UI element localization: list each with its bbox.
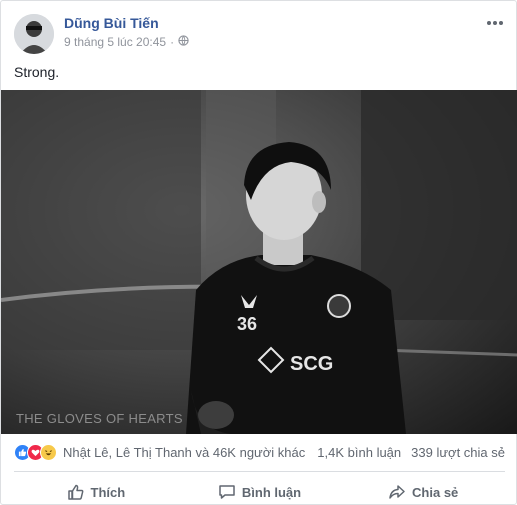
- globe-icon[interactable]: [178, 35, 189, 49]
- share-label: Chia sẻ: [412, 484, 459, 500]
- post-meta: 9 tháng 5 lúc 20:45 ·: [64, 35, 189, 49]
- haha-reaction-icon: [40, 443, 57, 461]
- photo-watermark: THE GLOVES OF HEARTS: [16, 411, 183, 426]
- post-stats: Nhật Lê, Lê Thị Thanh và 46K người khác …: [14, 441, 505, 463]
- jersey-sponsor: SCG: [290, 353, 333, 375]
- comment-label: Bình luận: [241, 484, 302, 500]
- meta-separator: ·: [170, 35, 175, 49]
- author-name[interactable]: Dũng Bùi Tiến: [64, 15, 159, 31]
- author-avatar[interactable]: [14, 14, 54, 54]
- post-timestamp[interactable]: 9 tháng 5 lúc 20:45: [64, 35, 166, 49]
- feed-post: Dũng Bùi Tiến 9 tháng 5 lúc 20:45 · Stro…: [0, 0, 517, 505]
- comment-icon: [218, 483, 236, 501]
- actions-divider: [14, 471, 505, 472]
- more-dots-icon[interactable]: [486, 11, 504, 29]
- like-label: Thích: [90, 484, 126, 500]
- share-icon: [388, 483, 406, 501]
- comment-button[interactable]: Bình luận: [178, 477, 342, 505]
- reacted-by-text[interactable]: Nhật Lê, Lê Thị Thanh và 46K người khác: [63, 445, 305, 460]
- share-button[interactable]: Chia sẻ: [341, 477, 505, 505]
- shares-count[interactable]: 339 lượt chia sẻ: [411, 445, 505, 460]
- post-actions: Thích Bình luận Chia sẻ: [14, 477, 505, 505]
- engagement-counts: 1,4K bình luận 339 lượt chia sẻ: [317, 445, 505, 460]
- reaction-icons[interactable]: [14, 443, 57, 461]
- post-photo[interactable]: 36 SCG: [1, 90, 517, 434]
- thumbs-up-icon: [67, 483, 85, 501]
- post-text: Strong.: [14, 64, 60, 80]
- like-button[interactable]: Thích: [14, 477, 178, 505]
- jersey-number: 36: [237, 314, 257, 334]
- comments-count[interactable]: 1,4K bình luận: [317, 445, 401, 460]
